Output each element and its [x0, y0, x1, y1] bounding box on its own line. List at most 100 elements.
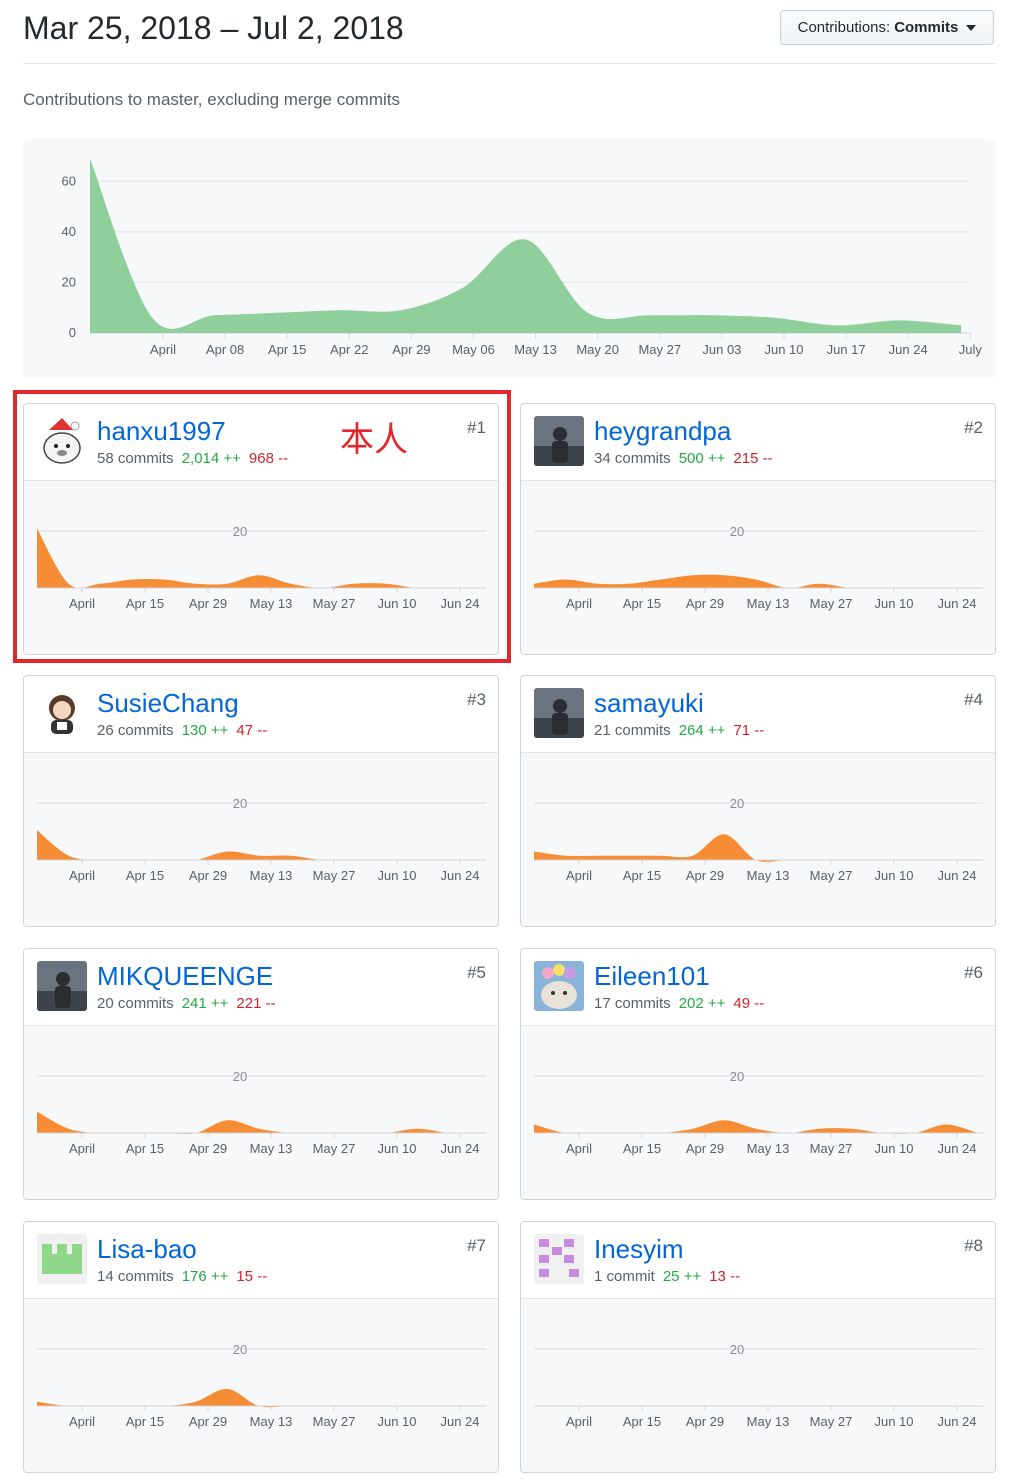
- x-tick-label: Apr 29: [686, 868, 724, 883]
- contributor-chart: 20 April Apr 15 Apr 29 May 13 May 27 Jun 10 Jun…: [521, 753, 995, 926]
- contributor-card: Inesyim 1 commit 25 ++ 13 -- #8 20 April Apr 15…: [520, 1221, 996, 1473]
- contributor-chart-svg: 20 April Apr 15 Apr 29 May 13 May 27 Jun 10 Jun…: [37, 796, 486, 883]
- commit-count: 1 commit: [594, 1268, 655, 1285]
- x-tick-label: Jun 24: [937, 596, 976, 611]
- x-tick-label: Jun 10: [874, 596, 913, 611]
- x-tick-label: Jun 17: [827, 342, 866, 357]
- x-tick-label: April: [566, 1141, 592, 1156]
- avatar[interactable]: [37, 1234, 87, 1284]
- x-tick-label: May 13: [250, 868, 293, 883]
- commit-count: 26 commits: [97, 722, 174, 739]
- x-tick-label: July: [959, 342, 983, 357]
- avatar[interactable]: [534, 961, 584, 1011]
- x-tick-label: Jun 24: [440, 1141, 479, 1156]
- additions-count: 130 ++: [181, 722, 229, 739]
- deletions-count: 47 --: [236, 722, 268, 739]
- y-tick-label: 40: [62, 224, 76, 239]
- x-tick-label: Apr 29: [189, 1141, 227, 1156]
- contributor-rank: #8: [964, 1236, 983, 1255]
- y-tick-label: 60: [62, 173, 76, 188]
- additions-count: 264 ++: [678, 722, 726, 739]
- contributor-username-link[interactable]: Lisa-bao: [97, 1234, 197, 1265]
- x-tick-label: Apr 29: [189, 1414, 227, 1429]
- contributor-chart: 20 April Apr 15 Apr 29 May 13 May 27 Jun 10 Jun…: [521, 1026, 995, 1199]
- contributor-username-link[interactable]: SusieChang: [97, 688, 239, 719]
- deletions-count: 15 --: [236, 1268, 268, 1285]
- contributor-card: MIKQUEENGE 20 commits 241 ++ 221 -- #5 20 Apri…: [23, 948, 499, 1200]
- x-tick-label: Jun 24: [440, 1414, 479, 1429]
- deletions-count: 221 --: [236, 995, 276, 1012]
- y-tick-label: 20: [730, 796, 744, 811]
- contributor-card-header: Eileen101 17 commits 202 ++ 49 -- #6: [521, 949, 995, 1026]
- contributor-username-link[interactable]: Eileen101: [594, 961, 710, 992]
- x-tick-label: Apr 15: [623, 1141, 661, 1156]
- x-tick-label: Apr 29: [686, 596, 724, 611]
- x-tick-label: May 13: [747, 1414, 790, 1429]
- x-tick-label: May 20: [576, 342, 619, 357]
- contributor-rank: #2: [964, 418, 983, 437]
- commits-area: [534, 574, 978, 589]
- x-tick-label: May 13: [747, 868, 790, 883]
- avatar[interactable]: [37, 961, 87, 1011]
- avatar[interactable]: [534, 688, 584, 738]
- deletions-count: 215 --: [733, 450, 773, 467]
- contributor-username-link[interactable]: heygrandpa: [594, 416, 731, 447]
- additions-count: 176 ++: [181, 1268, 229, 1285]
- x-tick-label: Jun 24: [440, 868, 479, 883]
- x-tick-label: Apr 15: [126, 868, 164, 883]
- contributor-rank: #3: [467, 690, 486, 709]
- contributor-card-header: heygrandpa 34 commits 500 ++ 215 -- #2: [521, 404, 995, 481]
- x-tick-label: Apr 15: [126, 1414, 164, 1429]
- contributor-username-link[interactable]: MIKQUEENGE: [97, 961, 273, 992]
- contributor-rank: #4: [964, 690, 983, 709]
- commits-area: [37, 830, 481, 861]
- contributor-stats: 34 commits 500 ++ 215 --: [594, 450, 773, 467]
- y-tick-label: 0: [69, 325, 76, 340]
- avatar[interactable]: [534, 1234, 584, 1284]
- x-tick-label: Apr 15: [623, 596, 661, 611]
- y-tick-label: 20: [233, 1069, 247, 1084]
- additions-count: 500 ++: [678, 450, 726, 467]
- contributor-stats: 21 commits 264 ++ 71 --: [594, 722, 764, 739]
- x-tick-label: May 06: [452, 342, 495, 357]
- contributor-stats: 26 commits 130 ++ 47 --: [97, 722, 267, 739]
- additions-count: 25 ++: [662, 1268, 702, 1285]
- main-chart-svg: 0 20 40 60 April Apr 08 Apr 15 Apr 22 Apr 29 May …: [62, 158, 983, 357]
- x-tick-label: Apr 29: [189, 868, 227, 883]
- contributor-username-link[interactable]: Inesyim: [594, 1234, 684, 1265]
- contributor-card: SusieChang 26 commits 130 ++ 47 -- #3 20 April…: [23, 675, 499, 927]
- main-contributions-chart: 0 20 40 60 April Apr 08 Apr 15 Apr 22 Apr 29 May …: [23, 139, 996, 378]
- chevron-down-icon: [966, 24, 977, 31]
- x-tick-label: Apr 29: [686, 1141, 724, 1156]
- commits-area: [90, 158, 961, 333]
- avatar[interactable]: [534, 416, 584, 466]
- y-tick-label: 20: [233, 1342, 247, 1357]
- contributor-stats: 20 commits 241 ++ 221 --: [97, 995, 276, 1012]
- contributor-card: Eileen101 17 commits 202 ++ 49 -- #6 20 April A…: [520, 948, 996, 1200]
- y-tick-label: 20: [730, 524, 744, 539]
- x-tick-label: Jun 10: [874, 868, 913, 883]
- contributions-dropdown-button[interactable]: Contributions: Commits: [780, 10, 994, 45]
- x-tick-label: May 27: [810, 596, 853, 611]
- contributor-chart: 20 April Apr 15 Apr 29 May 13 May 27 Jun 10 Jun…: [521, 481, 995, 654]
- contributor-chart-svg: 20 April Apr 15 Apr 29 May 13 May 27 Jun 10 Jun…: [534, 1342, 983, 1429]
- commits-area: [534, 1120, 978, 1134]
- x-tick-label: May 27: [313, 1141, 356, 1156]
- x-tick-label: Apr 29: [392, 342, 430, 357]
- x-tick-label: Jun 10: [874, 1414, 913, 1429]
- x-tick-label: April: [69, 1414, 95, 1429]
- contributor-card: heygrandpa 34 commits 500 ++ 215 -- #2 20 Apri…: [520, 403, 996, 655]
- contributor-card: samayuki 21 commits 264 ++ 71 -- #4 20 April Ap…: [520, 675, 996, 927]
- contributor-username-link[interactable]: samayuki: [594, 688, 704, 719]
- commits-area: [37, 1111, 481, 1134]
- x-tick-label: Jun 24: [937, 1414, 976, 1429]
- x-tick-label: May 27: [810, 868, 853, 883]
- commit-count: 17 commits: [594, 995, 671, 1012]
- avatar[interactable]: [37, 688, 87, 738]
- commit-count: 34 commits: [594, 450, 671, 467]
- x-tick-label: May 27: [810, 1141, 853, 1156]
- x-tick-label: May 27: [313, 1414, 356, 1429]
- contributor-rank: #5: [467, 963, 486, 982]
- x-tick-label: April: [566, 868, 592, 883]
- x-tick-label: April: [69, 868, 95, 883]
